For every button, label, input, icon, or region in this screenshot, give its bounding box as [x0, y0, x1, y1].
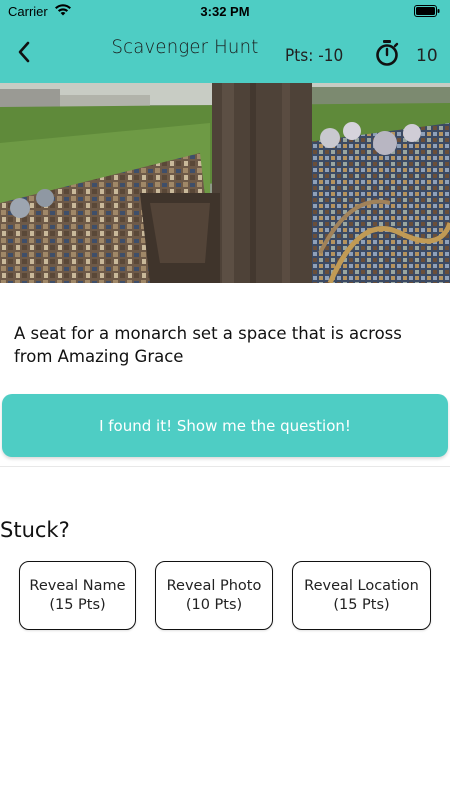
found-it-button[interactable]: I found it! Show me the question! [2, 394, 448, 457]
reveal-name-label: Reveal Name [29, 577, 126, 594]
status-bar: Carrier 3:32 PM [0, 0, 450, 22]
reveal-photo-cost: (10 Pts) [185, 596, 243, 613]
clue-photo [0, 83, 450, 283]
reveal-location-button[interactable]: Reveal Location (15 Pts) [292, 561, 431, 630]
reveal-name-cost: (15 Pts) [49, 596, 106, 613]
stopwatch-icon [374, 39, 400, 67]
battery-icon [414, 5, 440, 17]
points-counter: Pts: -10 [285, 46, 344, 66]
reveal-location-label: Reveal Location [304, 577, 419, 594]
reveal-photo-button[interactable]: Reveal Photo (10 Pts) [155, 561, 273, 630]
reveal-name-button[interactable]: Reveal Name (15 Pts) [19, 561, 136, 630]
app-header: Scavenger Hunt Pts: -10 10 [0, 22, 450, 83]
status-time: 3:32 PM [200, 4, 250, 19]
timer-value: 10 [416, 46, 438, 66]
reveal-photo-label: Reveal Photo [166, 577, 262, 594]
stuck-heading: Stuck? [0, 518, 70, 542]
reveal-location-cost: (15 Pts) [333, 596, 390, 613]
divider [0, 466, 450, 467]
clue-text: A seat for a monarch set a space that is… [14, 324, 402, 366]
